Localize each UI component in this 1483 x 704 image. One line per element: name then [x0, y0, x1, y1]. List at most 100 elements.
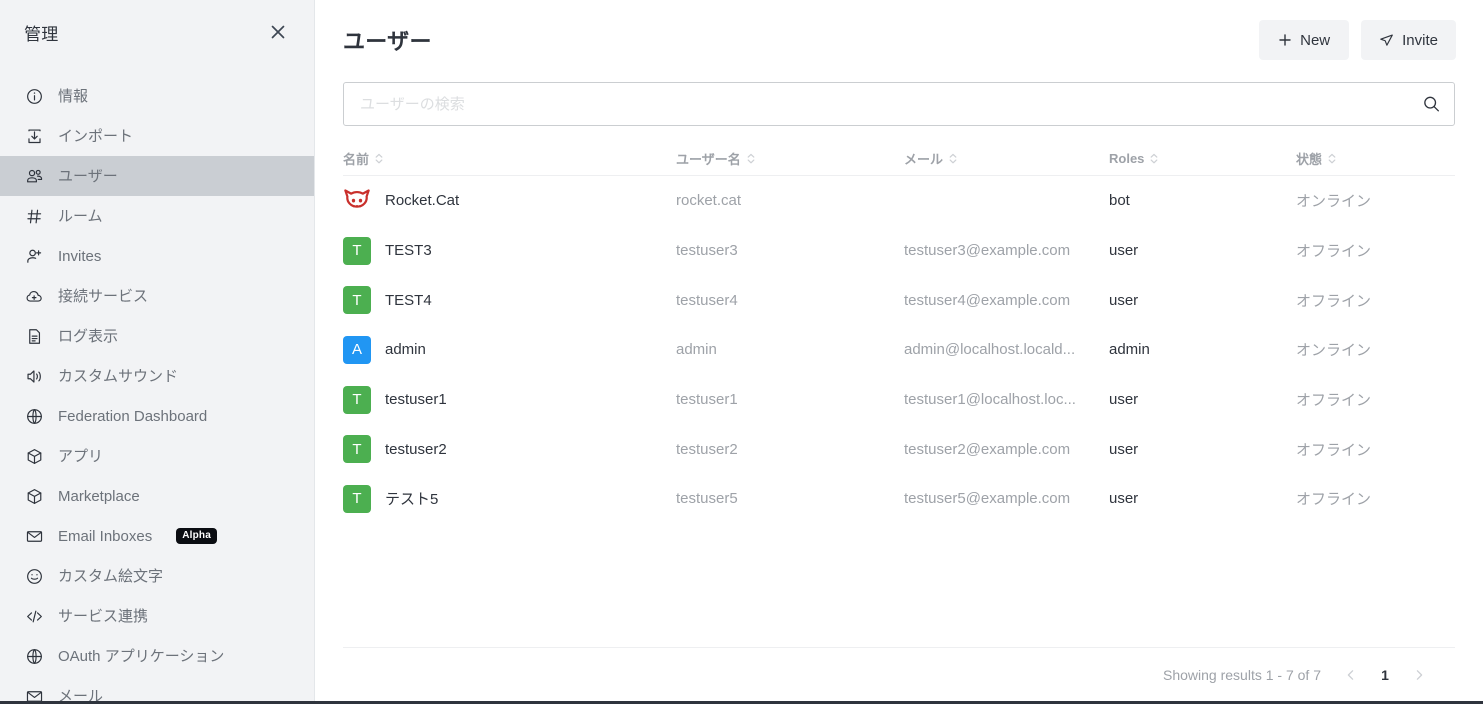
user-name: testuser1 — [385, 391, 447, 409]
column-header-label: Roles — [1109, 151, 1145, 166]
column-header-status[interactable]: 状態 — [1296, 149, 1455, 168]
table-row[interactable]: Aadmin admin admin@localhost.locald... admi… — [343, 325, 1455, 375]
table-row[interactable]: Ttestuser1 testuser1 testuser1@localhost.l… — [343, 375, 1455, 425]
sidebar-item-13[interactable]: サービス連携 — [0, 596, 314, 636]
mail-icon — [24, 686, 44, 701]
sidebar-item-label: ログ表示 — [58, 327, 119, 345]
sound-icon — [24, 366, 44, 386]
document-icon — [24, 326, 44, 346]
cell-username: testuser2 — [676, 440, 738, 458]
search-icon[interactable] — [1422, 95, 1441, 114]
invite-button[interactable]: Invite — [1361, 20, 1456, 60]
sort-icon — [1149, 152, 1159, 165]
sidebar-item-11[interactable]: Email Inboxes Alpha — [0, 516, 314, 556]
user-name: testuser2 — [385, 440, 447, 458]
sidebar-item-2[interactable]: ユーザー — [0, 156, 314, 196]
cell-email: testuser1@localhost.loc... — [904, 391, 1076, 409]
cell-roles: user — [1109, 391, 1139, 409]
cell-status: オフライン — [1296, 243, 1372, 261]
user-name: TEST3 — [385, 242, 432, 260]
sidebar-item-label: Marketplace — [58, 487, 140, 505]
hash-icon — [24, 206, 44, 226]
info-icon — [24, 86, 44, 106]
sidebar-item-3[interactable]: ルーム — [0, 196, 314, 236]
new-button[interactable]: New — [1259, 20, 1350, 60]
sidebar-item-1[interactable]: インポート — [0, 116, 314, 156]
sidebar-item-6[interactable]: ログ表示 — [0, 316, 314, 356]
sidebar-item-label: Email Inboxes — [58, 527, 153, 545]
cell-roles: user — [1109, 291, 1139, 309]
sidebar-item-label: ユーザー — [58, 167, 118, 185]
sidebar-item-label: ルーム — [58, 207, 103, 225]
pagination: Showing results 1 - 7 of 7 1 — [343, 648, 1455, 701]
column-header-email[interactable]: メール — [904, 149, 1109, 168]
user-name: Rocket.Cat — [385, 192, 460, 210]
cell-status: オフライン — [1296, 292, 1372, 310]
cell-username: admin — [676, 341, 717, 359]
code-icon — [24, 606, 44, 626]
sidebar-item-label: サービス連携 — [58, 607, 149, 625]
sidebar-item-4[interactable]: Invites — [0, 236, 314, 276]
table-row[interactable]: T テスト5 testuser5 testuser5@example.com user オ… — [343, 474, 1455, 524]
sidebar-title: 管理 — [24, 24, 59, 44]
pagination-showing-text: Showing results 1 - 7 of 7 — [1163, 666, 1321, 683]
cell-email: testuser2@example.com — [904, 440, 1071, 458]
sidebar-item-5[interactable]: 接続サービス — [0, 276, 314, 316]
sidebar-item-12[interactable]: カスタム絵文字 — [0, 556, 314, 596]
cell-name: Aadmin — [343, 335, 676, 364]
table-row[interactable]: T TEST4 testuser4 testuser4@example.com user… — [343, 275, 1455, 325]
chevron-right-icon[interactable] — [1405, 661, 1433, 689]
cell-username: rocket.cat — [676, 192, 742, 210]
search-input[interactable] — [343, 82, 1455, 126]
sort-icon — [746, 152, 756, 165]
column-header-roles[interactable]: Roles — [1109, 151, 1296, 166]
sidebar-item-8[interactable]: Federation Dashboard — [0, 396, 314, 436]
cell-status: オフライン — [1296, 392, 1372, 410]
sidebar-item-15[interactable]: メール — [0, 676, 314, 701]
column-header-label: メール — [904, 152, 944, 167]
cell-name: T TEST3 — [343, 236, 676, 265]
send-icon — [1379, 33, 1394, 48]
table-row[interactable]: Rocket.Cat rocket.cat bot オンライン — [343, 176, 1455, 226]
cell-status: オンライン — [1296, 193, 1372, 211]
cell-email: testuser4@example.com — [904, 291, 1071, 309]
sidebar-item-label: Invites — [58, 247, 102, 265]
cell-username: testuser3 — [676, 242, 738, 260]
sidebar-item-label: インポート — [58, 127, 134, 145]
cell-username: testuser5 — [676, 490, 738, 508]
user-name: テスト5 — [385, 491, 439, 509]
avatar: T — [343, 236, 371, 265]
cell-roles: user — [1109, 440, 1139, 458]
close-icon[interactable] — [264, 18, 292, 46]
cell-roles: bot — [1109, 192, 1130, 210]
plus-icon — [1278, 33, 1292, 47]
pagination-page-1[interactable]: 1 — [1371, 661, 1399, 689]
user-plus-icon — [24, 246, 44, 266]
table-row[interactable]: Ttestuser2 testuser2 testuser2@example.com… — [343, 424, 1455, 474]
avatar: T — [343, 286, 371, 315]
sidebar-item-14[interactable]: OAuth アプリケーション — [0, 636, 314, 676]
avatar: A — [343, 335, 371, 364]
cube-icon — [24, 446, 44, 466]
sidebar-item-label: Federation Dashboard — [58, 407, 208, 425]
cell-username: testuser1 — [676, 391, 738, 409]
sidebar-item-10[interactable]: Marketplace — [0, 476, 314, 516]
page-title: ユーザー — [343, 29, 432, 54]
table-row[interactable]: T TEST3 testuser3 testuser3@example.com user… — [343, 226, 1455, 276]
cell-status: オンライン — [1296, 342, 1372, 360]
sidebar-item-0[interactable]: 情報 — [0, 76, 314, 116]
sidebar-item-9[interactable]: アプリ — [0, 436, 314, 476]
chevron-left-icon[interactable] — [1337, 661, 1365, 689]
column-header-name[interactable]: 名前 — [343, 149, 676, 168]
cell-name: T TEST4 — [343, 286, 676, 315]
cell-status: オフライン — [1296, 491, 1372, 509]
column-header-label: ユーザー名 — [676, 152, 741, 167]
user-name: TEST4 — [385, 291, 432, 309]
cell-roles: user — [1109, 490, 1139, 508]
cell-name: Ttestuser1 — [343, 385, 676, 414]
cube-icon — [24, 486, 44, 506]
sidebar-item-7[interactable]: カスタムサウンド — [0, 356, 314, 396]
column-header-username[interactable]: ユーザー名 — [676, 149, 904, 168]
cell-email: admin@localhost.locald... — [904, 341, 1076, 359]
invite-button-label: Invite — [1402, 31, 1438, 49]
